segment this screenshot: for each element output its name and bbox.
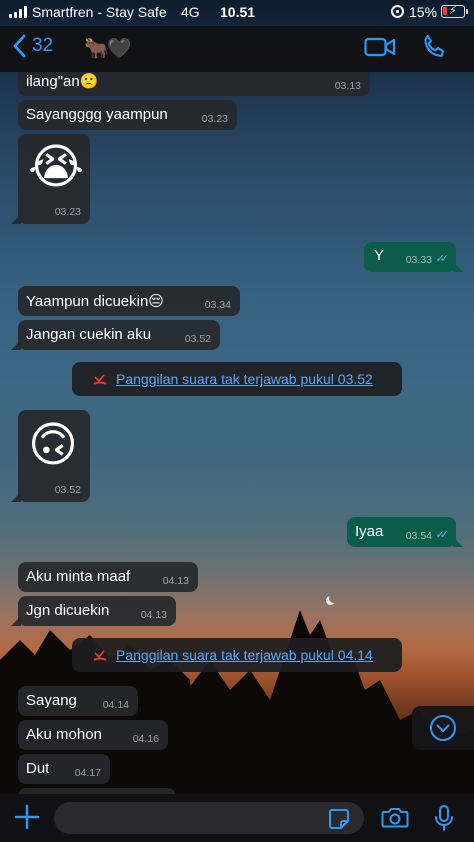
plus-icon[interactable]: [14, 804, 40, 830]
message-bubble-incoming[interactable]: Aku mohon 04.16: [18, 720, 168, 750]
message-emoji: 🙃: [28, 419, 79, 472]
message-bubble-incoming[interactable]: Jgn dicuekin 04.13: [11, 596, 176, 626]
unread-count: 32: [32, 35, 54, 56]
message-time: 04.14: [102, 699, 129, 711]
status-bar: Smartfren - Stay Safe 4G 10.51 15% ⚡: [0, 0, 474, 26]
read-receipt-icon: ✓✓: [435, 529, 450, 541]
message-time: 04.13: [162, 575, 189, 587]
bubble-tail: [11, 340, 21, 350]
missed-call-icon: [93, 374, 107, 385]
message-emoji: 😭: [28, 141, 85, 194]
missed-call-notice[interactable]: Panggilan suara tak terjawab pukul 04.14: [72, 638, 402, 672]
message-bubble-incoming[interactable]: Dut 04.17: [18, 754, 110, 784]
message-time: 03.13: [334, 80, 361, 92]
message-bubble-outgoing[interactable]: Iyaa 03.54 ✓✓: [347, 517, 463, 547]
chevron-down-circle-icon: [430, 715, 456, 741]
battery-icon: ⚡: [441, 5, 468, 18]
video-camera-icon[interactable]: [364, 36, 396, 58]
sticker-icon[interactable]: [328, 808, 350, 830]
clock: 10.51: [220, 4, 256, 20]
network-type: 4G: [181, 4, 200, 20]
message-time: 03.33: [405, 254, 432, 266]
message-bubble-incoming[interactable]: Sayang 04.14: [18, 686, 138, 716]
message-text: Iyaa: [355, 523, 384, 540]
camera-icon[interactable]: [381, 805, 409, 829]
message-bubble-incoming[interactable]: Yaampun dicuekin😔 03.34: [18, 286, 240, 316]
contact-name[interactable]: 🐂🖤: [84, 36, 132, 61]
battery-percentage: 15%: [409, 4, 438, 20]
message-text: Sayang: [26, 692, 77, 709]
message-text: Aku minta maaf: [26, 568, 131, 585]
message-text: Y: [374, 247, 385, 264]
message-bubble-outgoing[interactable]: Y 03.33 ✓✓: [364, 242, 463, 272]
bubble-tail: [11, 492, 21, 502]
scroll-to-bottom-button[interactable]: [412, 706, 474, 750]
message-time: 03.52: [54, 484, 81, 496]
message-time: 03.23: [54, 206, 81, 218]
missed-call-icon: [93, 650, 107, 661]
message-bubble-incoming[interactable]: Aku minta maaf 04.13: [18, 562, 198, 592]
message-text: Aku mohon: [26, 726, 102, 743]
message-list[interactable]: ilang"an🙁 03.13 Sayangggg yaampun 03.23 …: [0, 72, 474, 794]
bubble-tail: [453, 537, 463, 547]
message-bubble-incoming[interactable]: ilang"an🙁 03.13: [18, 72, 370, 96]
missed-call-notice[interactable]: Panggilan suara tak terjawab pukul 03.52: [72, 362, 402, 396]
message-bubble-incoming[interactable]: 😭 03.23: [11, 134, 90, 224]
message-time: 04.16: [132, 733, 159, 745]
message-bubble-incoming[interactable]: 🙃 03.52: [11, 410, 90, 502]
bubble-tail: [11, 214, 21, 224]
message-time: 03.23: [201, 113, 228, 125]
message-text: ilang"an🙁: [26, 73, 99, 90]
message-time: 03.54: [405, 530, 432, 542]
message-text: Dut: [26, 760, 50, 777]
message-text: Sayangggg yaampun: [26, 106, 168, 123]
carrier-name: Smartfren - Stay Safe: [32, 4, 167, 20]
bubble-tail: [453, 262, 463, 272]
message-text: Yaampun dicuekin😔: [26, 293, 164, 310]
message-time: 04.13: [140, 609, 167, 621]
message-text: Jgn dicuekin: [26, 602, 110, 619]
read-receipt-icon: ✓✓: [435, 253, 450, 265]
signal-strength-icon: [9, 6, 27, 18]
message-time: 03.34: [204, 299, 231, 311]
message-input-bar: [0, 794, 474, 842]
phone-icon[interactable]: [420, 33, 448, 61]
message-time: 03.52: [184, 333, 211, 345]
missed-call-text[interactable]: Panggilan suara tak terjawab pukul 03.52: [116, 371, 373, 387]
missed-call-text[interactable]: Panggilan suara tak terjawab pukul 04.14: [116, 647, 373, 663]
bubble-tail: [11, 616, 21, 626]
microphone-icon[interactable]: [434, 804, 454, 832]
message-bubble-incoming[interactable]: Sayangggg yaampun 03.23: [18, 100, 237, 130]
message-time: 04.17: [74, 767, 101, 779]
chevron-left-icon: [13, 34, 26, 58]
back-button[interactable]: 32: [12, 34, 53, 58]
rotation-lock-icon: [391, 5, 404, 18]
message-text: Jangan cuekin aku: [26, 326, 152, 343]
message-bubble-incoming[interactable]: Jangan cuekin aku 03.52: [11, 320, 220, 350]
chat-header: 32 🐂🖤: [0, 26, 474, 72]
message-input[interactable]: [54, 802, 364, 834]
